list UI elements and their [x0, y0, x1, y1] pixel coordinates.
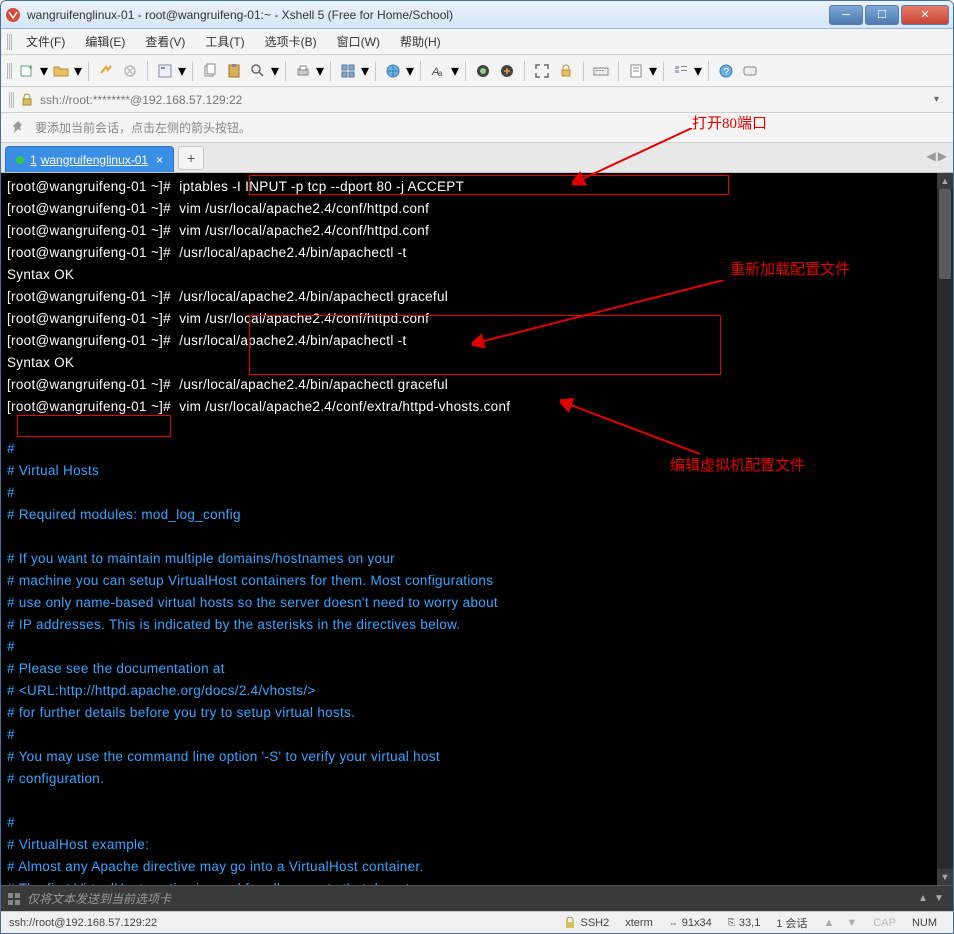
lock-button[interactable] [555, 60, 577, 82]
dropdown-icon[interactable]: ▾ [361, 60, 369, 82]
grip-icon [9, 92, 14, 108]
address-bar: ssh://root:********@192.168.57.129:22 ▾ [1, 87, 953, 113]
dropdown-icon[interactable]: ▾ [178, 60, 186, 82]
view-button[interactable] [670, 60, 692, 82]
chevron-down-icon[interactable]: ▼ [931, 893, 947, 904]
copy-button[interactable] [199, 60, 221, 82]
menu-view[interactable]: 查看(V) [137, 30, 193, 53]
menu-tools[interactable]: 工具(T) [197, 30, 252, 53]
tab-prev-icon[interactable]: ◀ [927, 149, 936, 163]
about-button[interactable] [739, 60, 761, 82]
layout-button[interactable] [337, 60, 359, 82]
address-text[interactable]: ssh://root:********@192.168.57.129:22 [40, 93, 928, 107]
grid-icon[interactable] [7, 892, 21, 906]
dropdown-icon[interactable]: ▾ [451, 60, 459, 82]
minimize-button[interactable]: ─ [829, 5, 863, 25]
status-term: xterm [617, 917, 661, 929]
chevron-up-icon[interactable]: ▲ [915, 893, 931, 904]
dropdown-icon[interactable]: ▾ [649, 60, 657, 82]
menu-help[interactable]: 帮助(H) [392, 30, 449, 53]
toolbar: + ▾ ▾ ▾ ▾ ▾ ▾ ▾ Aa ▾ ▾ [1, 55, 953, 87]
paste-button[interactable] [223, 60, 245, 82]
script-button[interactable] [625, 60, 647, 82]
reconnect-button[interactable] [95, 60, 117, 82]
open-folder-button[interactable] [50, 60, 72, 82]
status-num: NUM [904, 917, 945, 929]
maximize-button[interactable]: ☐ [865, 5, 899, 25]
svg-text:?: ? [724, 67, 730, 78]
dropdown-icon[interactable]: ▾ [928, 92, 945, 107]
terminal-content: [root@wangruifeng-01 ~]# iptables -I INP… [1, 173, 953, 885]
help-button[interactable]: ? [715, 60, 737, 82]
tip-text: 要添加当前会话，点击左侧的箭头按钮。 [35, 119, 251, 136]
new-session-button[interactable]: + [16, 60, 38, 82]
tab-close-icon[interactable]: × [156, 153, 163, 167]
status-cursor: 33,1 [739, 917, 760, 929]
tab-label: wangruifenglinux-01 [41, 153, 148, 167]
lock-icon [564, 917, 576, 929]
fullscreen-button[interactable] [531, 60, 553, 82]
grip-icon [7, 63, 12, 79]
dropdown-icon[interactable]: ▾ [316, 60, 324, 82]
svg-text:a: a [438, 69, 443, 78]
dropdown-icon[interactable]: ▾ [74, 60, 82, 82]
menubar: 文件(F) 编辑(E) 查看(V) 工具(T) 选项卡(B) 窗口(W) 帮助(… [1, 29, 953, 55]
nav-up-icon[interactable]: ▲ [824, 917, 835, 929]
find-button[interactable] [247, 60, 269, 82]
xagent-button[interactable] [472, 60, 494, 82]
disconnect-button[interactable] [119, 60, 141, 82]
scrollbar[interactable]: ▲ ▼ [937, 173, 953, 885]
menu-edit[interactable]: 编辑(E) [77, 30, 133, 53]
scroll-down-icon[interactable]: ▼ [937, 869, 953, 885]
globe-button[interactable] [382, 60, 404, 82]
dropdown-icon[interactable]: ▾ [271, 60, 279, 82]
input-bar: 仅将文本发送到当前选项卡 ▲ ▼ [1, 885, 953, 911]
tab-active[interactable]: 1 wangruifenglinux-01 × [5, 146, 174, 172]
tab-next-icon[interactable]: ▶ [938, 149, 947, 163]
dropdown-icon[interactable]: ▾ [694, 60, 702, 82]
lock-icon [20, 93, 34, 107]
command-input[interactable]: 仅将文本发送到当前选项卡 [27, 890, 915, 907]
svg-text:+: + [28, 63, 33, 72]
status-bar: ssh://root@192.168.57.129:22 SSH2 xterm … [1, 911, 953, 933]
app-icon [5, 7, 21, 23]
close-button[interactable]: ✕ [901, 5, 949, 25]
scroll-up-icon[interactable]: ▲ [937, 173, 953, 189]
titlebar: wangruifenglinux-01 - root@wangruifeng-0… [1, 1, 953, 29]
properties-button[interactable] [154, 60, 176, 82]
terminal[interactable]: [root@wangruifeng-01 ~]# iptables -I INP… [1, 173, 953, 885]
status-protocol: SSH2 [580, 917, 609, 929]
menu-tabs[interactable]: 选项卡(B) [257, 30, 325, 53]
app-window: wangruifenglinux-01 - root@wangruifeng-0… [0, 0, 954, 934]
print-button[interactable] [292, 60, 314, 82]
keyboard-button[interactable] [590, 60, 612, 82]
tip-bar: 要添加当前会话，点击左侧的箭头按钮。 [1, 113, 953, 143]
font-button[interactable]: Aa [427, 60, 449, 82]
status-size: 91x34 [682, 917, 712, 929]
status-dot-icon [16, 156, 24, 164]
status-connection: ssh://root@192.168.57.129:22 [9, 917, 556, 929]
window-title: wangruifenglinux-01 - root@wangruifeng-0… [27, 8, 827, 22]
nav-down-icon[interactable]: ▼ [846, 917, 857, 929]
status-cap: CAP [865, 917, 904, 929]
menu-window[interactable]: 窗口(W) [329, 30, 388, 53]
status-sessions: 1 会话 [768, 915, 815, 931]
dropdown-icon[interactable]: ▾ [40, 60, 48, 82]
pin-icon[interactable] [11, 120, 27, 136]
tab-bar: 1 wangruifenglinux-01 × + ◀ ▶ [1, 143, 953, 173]
dropdown-icon[interactable]: ▾ [406, 60, 414, 82]
grip-icon [7, 34, 12, 50]
xftp-button[interactable] [496, 60, 518, 82]
new-tab-button[interactable]: + [178, 146, 204, 170]
menu-file[interactable]: 文件(F) [18, 30, 73, 53]
scroll-thumb[interactable] [939, 189, 951, 279]
tab-number: 1 [30, 153, 37, 167]
